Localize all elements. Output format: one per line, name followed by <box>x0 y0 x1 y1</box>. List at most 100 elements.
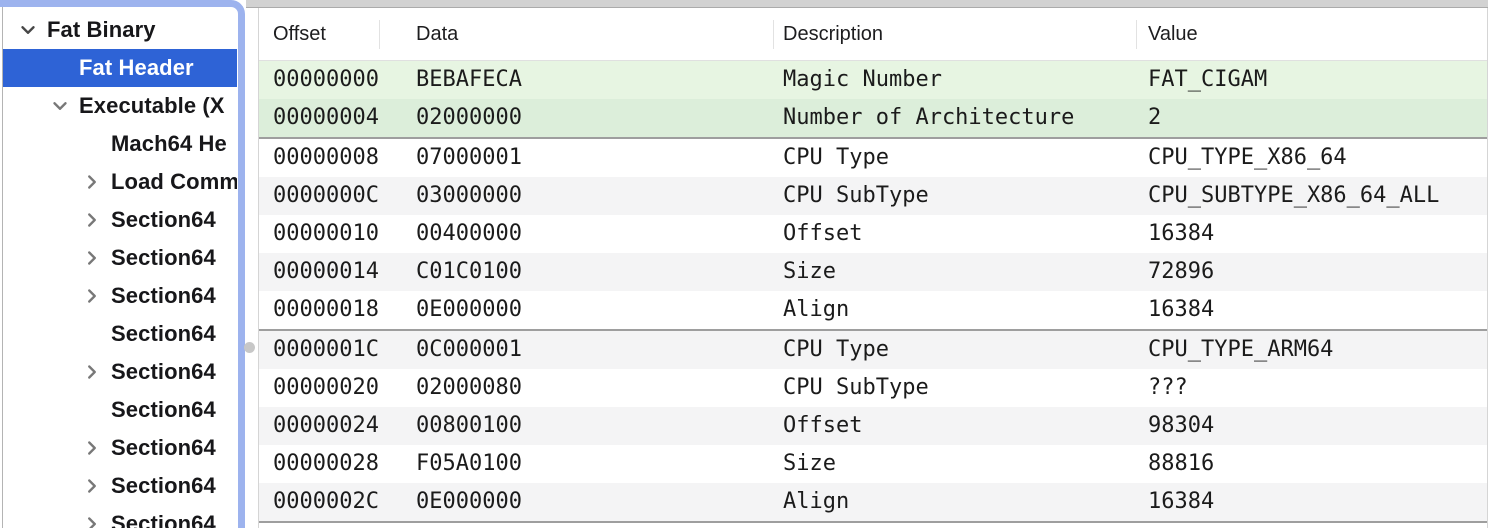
cell-data: 00800100 <box>379 407 773 445</box>
sidebar-item-section64[interactable]: Section64 <box>3 201 237 239</box>
table-group: 00000000BEBAFECAMagic NumberFAT_CIGAM000… <box>259 61 1487 137</box>
chevron-spacer <box>81 322 111 346</box>
cell-offset: 0000002C <box>259 483 379 521</box>
chevron-spacer <box>81 398 111 422</box>
cell-value: CPU_TYPE_X86_64 <box>1136 139 1487 177</box>
cell-data: BEBAFECA <box>379 61 773 99</box>
cell-value: 88816 <box>1136 445 1487 483</box>
cell-description: Align <box>773 291 1136 329</box>
sidebar-item-label: Section64 <box>111 245 216 271</box>
cell-offset: 00000014 <box>259 253 379 291</box>
cell-value: 16384 <box>1136 215 1487 253</box>
sidebar-item-section64[interactable]: Section64 <box>3 467 237 505</box>
cell-data: 0C000001 <box>379 331 773 369</box>
sidebar-item-section64[interactable]: Section64 <box>3 353 237 391</box>
sidebar-item-label: Section64 <box>111 511 216 528</box>
cell-offset: 00000004 <box>259 99 379 137</box>
cell-value: 16384 <box>1136 483 1487 521</box>
column-header-value[interactable]: Value <box>1136 8 1487 60</box>
cell-description: Size <box>773 253 1136 291</box>
sidebar-item-executable-x[interactable]: Executable (X <box>3 87 237 125</box>
cell-description: Align <box>773 483 1136 521</box>
cell-description: CPU SubType <box>773 177 1136 215</box>
cell-description: Magic Number <box>773 61 1136 99</box>
table-row[interactable]: 0000000402000000Number of Architecture2 <box>259 99 1487 137</box>
sidebar-item-section64[interactable]: Section64 <box>3 391 237 429</box>
cell-data: 02000000 <box>379 99 773 137</box>
sidebar-item-label: Fat Header <box>79 55 194 81</box>
chevron-down-icon[interactable] <box>17 18 47 42</box>
cell-offset: 0000000C <box>259 177 379 215</box>
column-header-offset[interactable]: Offset <box>259 8 379 60</box>
table-row[interactable]: 0000002002000080CPU SubType??? <box>259 369 1487 407</box>
cell-data: 07000001 <box>379 139 773 177</box>
sidebar-item-label: Section64 <box>111 321 216 347</box>
sidebar-item-label: Section64 <box>111 283 216 309</box>
chevron-right-icon[interactable] <box>81 208 111 232</box>
sidebar-item-load-comm[interactable]: Load Comm <box>3 163 237 201</box>
data-table: Offset Data Description Value 00000000BE… <box>258 8 1488 528</box>
outline-tree: Fat Binary Fat Header Executable (X Mach64 … <box>3 11 237 528</box>
table-row[interactable]: 0000000C03000000CPU SubTypeCPU_SUBTYPE_X… <box>259 177 1487 215</box>
cell-data: 03000000 <box>379 177 773 215</box>
splitter-handle[interactable] <box>244 342 255 353</box>
sidebar-item-label: Section64 <box>111 473 216 499</box>
table-row[interactable]: 00000028F05A0100Size88816 <box>259 445 1487 483</box>
chevron-down-icon[interactable] <box>49 94 79 118</box>
sidebar-item-label: Load Comm <box>111 169 237 195</box>
sidebar-item-section64[interactable]: Section64 <box>3 315 237 353</box>
table-row[interactable]: 0000001C0C000001CPU TypeCPU_TYPE_ARM64 <box>259 331 1487 369</box>
chevron-right-icon[interactable] <box>81 360 111 384</box>
sidebar-item-label: Section64 <box>111 207 216 233</box>
column-header-description[interactable]: Description <box>773 8 1136 60</box>
table-row[interactable]: 0000002C0E000000Align16384 <box>259 483 1487 521</box>
sidebar-item-label: Section64 <box>111 397 216 423</box>
cell-description: CPU SubType <box>773 369 1136 407</box>
cell-value: 98304 <box>1136 407 1487 445</box>
table-row[interactable]: 0000001000400000Offset16384 <box>259 215 1487 253</box>
cell-value: CPU_SUBTYPE_X86_64_ALL <box>1136 177 1487 215</box>
chevron-right-icon[interactable] <box>81 284 111 308</box>
cell-data: 0E000000 <box>379 483 773 521</box>
column-header-data[interactable]: Data <box>379 8 773 60</box>
binary-inspector-window: Fat Binary Fat Header Executable (X Mach64 … <box>0 0 1488 528</box>
chevron-right-icon[interactable] <box>81 246 111 270</box>
sidebar-item-section64[interactable]: Section64 <box>3 429 237 467</box>
cell-description: Offset <box>773 215 1136 253</box>
cell-offset: 00000018 <box>259 291 379 329</box>
sidebar-item-fat-binary[interactable]: Fat Binary <box>3 11 237 49</box>
table-row[interactable]: 0000000807000001CPU TypeCPU_TYPE_X86_64 <box>259 139 1487 177</box>
chevron-spacer <box>49 56 79 80</box>
chevron-spacer <box>81 132 111 156</box>
table-row[interactable]: 0000002400800100Offset98304 <box>259 407 1487 445</box>
table-row[interactable]: 00000000BEBAFECAMagic NumberFAT_CIGAM <box>259 61 1487 99</box>
chevron-right-icon[interactable] <box>81 170 111 194</box>
table-row[interactable]: 00000014C01C0100Size72896 <box>259 253 1487 291</box>
cell-data: 02000080 <box>379 369 773 407</box>
sidebar-item-label: Mach64 He <box>111 131 227 157</box>
cell-offset: 00000010 <box>259 215 379 253</box>
chevron-right-icon[interactable] <box>81 474 111 498</box>
cell-data: 00400000 <box>379 215 773 253</box>
cell-value: 16384 <box>1136 291 1487 329</box>
sidebar-item-mach64-he[interactable]: Mach64 He <box>3 125 237 163</box>
cell-offset: 00000008 <box>259 139 379 177</box>
cell-description: Number of Architecture <box>773 99 1136 137</box>
sidebar-item-label: Fat Binary <box>47 17 156 43</box>
table-header: Offset Data Description Value <box>259 8 1487 61</box>
sidebar: Fat Binary Fat Header Executable (X Mach64 … <box>0 0 245 528</box>
cell-value: 72896 <box>1136 253 1487 291</box>
table-row[interactable]: 000000180E000000Align16384 <box>259 291 1487 329</box>
toolbar-bottom-strip <box>246 0 1488 8</box>
sidebar-item-section64[interactable]: Section64 <box>3 277 237 315</box>
sidebar-item-label: Executable (X <box>79 93 225 119</box>
chevron-right-icon[interactable] <box>81 436 111 460</box>
cell-description: CPU Type <box>773 331 1136 369</box>
sidebar-item-section64[interactable]: Section64 <box>3 505 237 528</box>
sidebar-item-section64[interactable]: Section64 <box>3 239 237 277</box>
cell-value: CPU_TYPE_ARM64 <box>1136 331 1487 369</box>
sidebar-item-fat-header[interactable]: Fat Header <box>3 49 237 87</box>
sidebar-item-label: Section64 <box>111 435 216 461</box>
chevron-right-icon[interactable] <box>81 512 111 528</box>
cell-data: 0E000000 <box>379 291 773 329</box>
